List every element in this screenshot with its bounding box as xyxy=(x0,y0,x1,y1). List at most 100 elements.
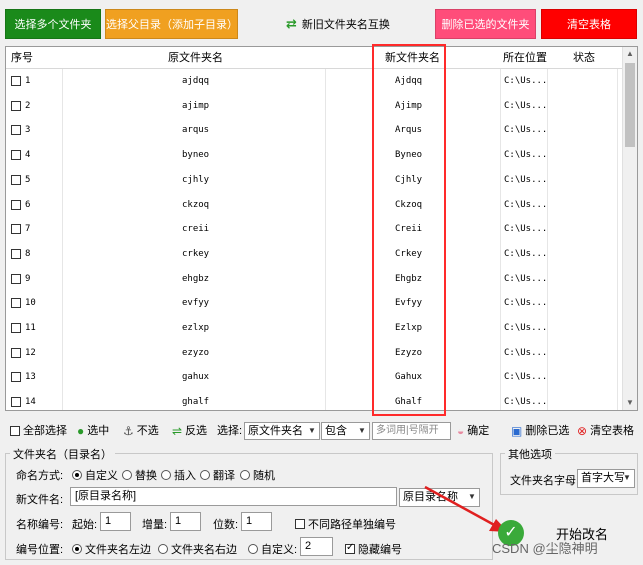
row-checkbox[interactable] xyxy=(11,174,21,185)
row-checkbox[interactable] xyxy=(11,323,21,333)
separate-path-numbering-checkbox[interactable]: 不同路径单独编号 xyxy=(295,516,396,532)
header-index[interactable]: 序号 xyxy=(11,47,33,69)
location-cell: C:\Us... xyxy=(504,397,548,408)
select-all-checkbox[interactable]: 全部选择 xyxy=(10,422,67,440)
old-name-cell: ezlxp xyxy=(182,323,210,333)
header-location[interactable]: 所在位置 xyxy=(503,47,547,69)
location-cell: C:\Us... xyxy=(504,372,548,383)
keyword-input[interactable]: 多词用|号隔开 xyxy=(372,422,451,440)
row-checkbox[interactable] xyxy=(11,125,21,136)
location-cell: C:\Us... xyxy=(504,150,548,161)
match-mode-value: 包含 xyxy=(325,425,347,437)
select-parent-dir-button[interactable]: 选择父目录（添加子目录） xyxy=(105,9,238,39)
naming-mode-label: 命名方式: xyxy=(16,470,64,482)
scroll-thumb[interactable] xyxy=(625,63,635,147)
select-multiple-folders-button[interactable]: 选择多个文件夹 xyxy=(5,9,101,39)
pos-right-radio[interactable]: 文件夹名右边 xyxy=(158,541,237,557)
new-name-input[interactable]: [原目录名称] xyxy=(70,487,397,506)
table-row[interactable]: 13 gahux Gahux C:\Us... xyxy=(6,365,623,390)
row-checkbox[interactable] xyxy=(11,150,21,161)
mode-translate-radio[interactable]: 翻译 xyxy=(200,467,235,483)
mode-random-label: 随机 xyxy=(253,470,275,482)
table-row[interactable]: 4 byneo Byneo C:\Us... xyxy=(6,143,623,168)
table-row[interactable]: 1 ajdqq Ajdqq C:\Us... xyxy=(6,69,623,94)
invert-icon: ⇌ xyxy=(172,424,183,438)
new-name-cell: Ckzoq xyxy=(395,199,423,210)
table-row[interactable]: 11 ezlxp Ezlxp C:\Us... xyxy=(6,316,623,341)
table-row[interactable]: 9 ehgbz Ehgbz C:\Us... xyxy=(6,267,623,292)
numbering-label: 名称编号: xyxy=(16,519,64,531)
chevron-down-icon: ▼ xyxy=(358,426,366,435)
custom-position-input[interactable]: 2 xyxy=(300,537,333,556)
row-checkbox[interactable] xyxy=(11,273,21,284)
pos-right-label: 文件夹名右边 xyxy=(171,544,237,556)
row-checkbox[interactable] xyxy=(11,397,21,408)
new-name-cell: Gahux xyxy=(395,372,423,383)
row-checkbox[interactable] xyxy=(11,100,21,111)
clear-table-small-button[interactable]: ⊗ 清空表格 xyxy=(577,422,634,440)
radio-dot xyxy=(248,544,258,554)
location-cell: C:\Us... xyxy=(504,323,548,333)
table-row[interactable]: 6 ckzoq Ckzoq C:\Us... xyxy=(6,193,623,218)
table-row[interactable]: 14 ghalf Ghalf C:\Us... xyxy=(6,390,623,410)
row-checkbox[interactable] xyxy=(11,372,21,383)
swap-names-button[interactable]: ⇄ 新旧文件夹名互换 xyxy=(286,14,390,34)
unselect-button[interactable]: ⚓ 不选 xyxy=(123,422,159,440)
scroll-down-icon[interactable]: ▼ xyxy=(623,396,637,410)
name-template-select[interactable]: 原目录名称 ▼ xyxy=(399,488,480,507)
row-checkbox[interactable] xyxy=(11,347,21,358)
table-row[interactable]: 2 ajimp Ajimp C:\Us... xyxy=(6,94,623,119)
row-checkbox[interactable] xyxy=(11,199,21,210)
delete-selected-button[interactable]: ▣ 删除已选 xyxy=(511,422,569,440)
folder-table: 序号 原文件夹名 新文件夹名 所在位置 状态 1 ajdqq Ajdqq C:\Us.… xyxy=(5,46,638,411)
table-row[interactable]: 3 arqus Arqus C:\Us... xyxy=(6,118,623,143)
case-select-value: 首字大写 xyxy=(581,472,625,484)
mode-insert-radio[interactable]: 插入 xyxy=(161,467,196,483)
digits-input[interactable]: 1 xyxy=(241,512,272,531)
match-mode-select[interactable]: 包含 ▼ xyxy=(321,422,370,440)
step-input[interactable]: 1 xyxy=(170,512,201,531)
select-button[interactable]: ● 选中 xyxy=(77,422,109,440)
header-new-name[interactable]: 新文件夹名 xyxy=(385,47,440,69)
vertical-scrollbar[interactable]: ▲ ▼ xyxy=(622,47,637,410)
confirm-button[interactable]: ◒ 确定 xyxy=(457,422,489,440)
hide-number-checkbox[interactable]: 隐藏编号 xyxy=(345,541,402,557)
clear-table-button[interactable]: 清空表格 xyxy=(541,9,637,39)
status-cell xyxy=(549,217,617,242)
row-index: 4 xyxy=(25,150,31,161)
start-number-input[interactable]: 1 xyxy=(100,512,131,531)
pos-left-radio[interactable]: 文件夹名左边 xyxy=(72,541,151,557)
table-row[interactable]: 8 crkey Crkey C:\Us... xyxy=(6,242,623,267)
watermark: CSDN @尘隐神明 xyxy=(492,541,598,556)
row-checkbox[interactable] xyxy=(11,76,21,86)
header-status[interactable]: 状态 xyxy=(573,47,595,69)
table-row[interactable]: 12 ezyzo Ezyzo C:\Us... xyxy=(6,341,623,366)
status-cell xyxy=(549,94,617,119)
scroll-up-icon[interactable]: ▲ xyxy=(623,47,637,61)
location-cell: C:\Us... xyxy=(504,76,548,86)
table-header: 序号 原文件夹名 新文件夹名 所在位置 状态 xyxy=(6,47,623,69)
pos-custom-radio[interactable]: 自定义: xyxy=(248,541,297,557)
status-cell xyxy=(549,365,617,390)
mode-custom-label: 自定义 xyxy=(85,470,118,482)
mode-random-radio[interactable]: 随机 xyxy=(240,467,275,483)
table-row[interactable]: 10 evfyy Evfyy C:\Us... xyxy=(6,291,623,316)
row-checkbox[interactable] xyxy=(11,248,21,259)
location-cell: C:\Us... xyxy=(504,199,548,210)
case-select[interactable]: 首字大写 ▼ xyxy=(577,469,635,488)
new-name-cell: Ajimp xyxy=(395,100,423,111)
new-name-cell: Ghalf xyxy=(395,397,423,408)
row-checkbox[interactable] xyxy=(11,224,21,235)
table-row[interactable]: 7 creii Creii C:\Us... xyxy=(6,217,623,242)
row-index: 1 xyxy=(25,76,31,86)
row-checkbox[interactable] xyxy=(11,298,21,309)
field-select[interactable]: 原文件夹名 ▼ xyxy=(244,422,320,440)
invert-selection-button[interactable]: ⇌ 反选 xyxy=(172,422,207,440)
header-old-name[interactable]: 原文件夹名 xyxy=(168,47,223,69)
mode-replace-radio[interactable]: 替换 xyxy=(122,467,157,483)
old-name-cell: cjhly xyxy=(182,174,210,185)
radio-dot xyxy=(72,470,82,480)
delete-selected-folders-button[interactable]: 删除已选的文件夹 xyxy=(435,9,536,39)
table-row[interactable]: 5 cjhly Cjhly C:\Us... xyxy=(6,168,623,193)
mode-custom-radio[interactable]: 自定义 xyxy=(72,467,118,483)
